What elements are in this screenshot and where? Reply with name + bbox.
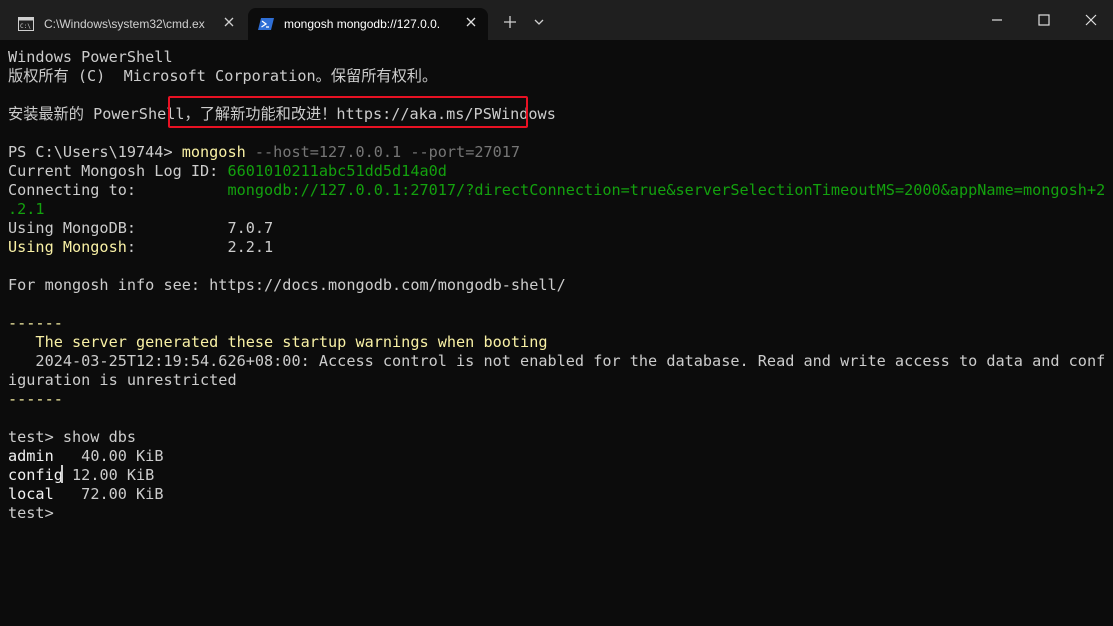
tab-mongosh[interactable]: mongosh mongodb://127.0.0. <box>248 8 488 40</box>
db-row: admin 40.00 KiB <box>8 447 163 466</box>
title-bar: C:\ C:\Windows\system32\cmd.ex mongosh m… <box>0 0 1113 40</box>
close-icon[interactable] <box>222 15 236 29</box>
db-row: config 12.00 KiB <box>8 466 154 485</box>
warning-text-cont: iguration is unrestricted <box>8 371 237 389</box>
db-pad <box>63 466 72 484</box>
info-line: For mongosh info see: https://docs.mongo… <box>8 276 566 294</box>
db-row: local 72.00 KiB <box>8 485 163 504</box>
mongosh-version-line: Using Mongosh: 2.2.1 <box>8 238 273 257</box>
db-pad <box>63 485 81 503</box>
shell-prompt: PS C:\Users\19744> <box>8 143 182 161</box>
terminal-line: Windows PowerShell <box>8 48 173 66</box>
separator: ------ <box>8 314 63 332</box>
highlight-box <box>168 96 528 128</box>
db-name: local <box>8 485 63 503</box>
connection-string: mongodb://127.0.0.1:27017/?directConnect… <box>227 181 1106 199</box>
warning-text: 2024-03-25T12:19:54.626+08:00: Access co… <box>8 352 1106 370</box>
plus-icon[interactable] <box>500 12 520 32</box>
close-window-icon[interactable] <box>1081 10 1101 30</box>
command-line: PS C:\Users\19744> mongosh --host=127.0.… <box>8 143 520 162</box>
powershell-icon <box>258 18 274 30</box>
db-name: admin <box>8 447 63 465</box>
minimize-icon[interactable] <box>987 10 1007 30</box>
db-name: config <box>8 466 63 484</box>
svg-text:C:\: C:\ <box>20 23 31 30</box>
separator: ------ <box>8 390 63 408</box>
connection-string-cont: .2.1 <box>8 200 45 218</box>
final-prompt: test> <box>8 504 63 522</box>
terminal-line: 版权所有 (C) Microsoft Corporation。保留所有权利。 <box>8 67 438 85</box>
db-pad <box>63 447 81 465</box>
log-id-line: Current Mongosh Log ID: 6601010211abc51d… <box>8 162 447 181</box>
test-prompt: test> <box>8 428 63 446</box>
close-icon[interactable] <box>464 15 478 29</box>
mongodb-version: 7.0.7 <box>227 219 274 237</box>
warning-title: The server generated these startup warni… <box>8 333 548 351</box>
tab-label: mongosh mongodb://127.0.0. <box>284 17 441 31</box>
log-id-label: Current Mongosh Log ID: <box>8 162 228 180</box>
db-size: 72.00 KiB <box>81 485 164 503</box>
text-cursor <box>61 465 63 483</box>
connecting-label: Connecting to: <box>8 181 228 199</box>
maximize-icon[interactable] <box>1034 10 1054 30</box>
tab-cmd[interactable]: C:\ C:\Windows\system32\cmd.ex <box>8 8 246 40</box>
command-name: mongosh <box>181 143 246 161</box>
chevron-down-icon[interactable] <box>530 12 548 32</box>
show-dbs-command: show dbs <box>62 428 137 446</box>
log-id-value: 6601010211abc51dd5d14a0d <box>227 162 447 180</box>
mongosh-version: 2.2.1 <box>227 238 274 256</box>
terminal-output[interactable]: Windows PowerShell 版权所有 (C) Microsoft Co… <box>0 40 1113 626</box>
connecting-line: Connecting to: mongodb://127.0.0.1:27017… <box>8 181 1105 200</box>
db-size: 40.00 KiB <box>81 447 164 465</box>
mongosh-label: Using Mongosh <box>8 238 127 256</box>
command-args: --host=127.0.0.1 --port=27017 <box>245 143 521 161</box>
tab-label: C:\Windows\system32\cmd.ex <box>44 17 205 31</box>
mongodb-label: Using MongoDB: <box>8 219 228 237</box>
mongosh-colon: : <box>126 238 228 256</box>
cmd-icon: C:\ <box>18 17 34 31</box>
show-dbs-line: test> show dbs <box>8 428 136 447</box>
mongodb-version-line: Using MongoDB: 7.0.7 <box>8 219 273 238</box>
db-size: 12.00 KiB <box>72 466 155 484</box>
